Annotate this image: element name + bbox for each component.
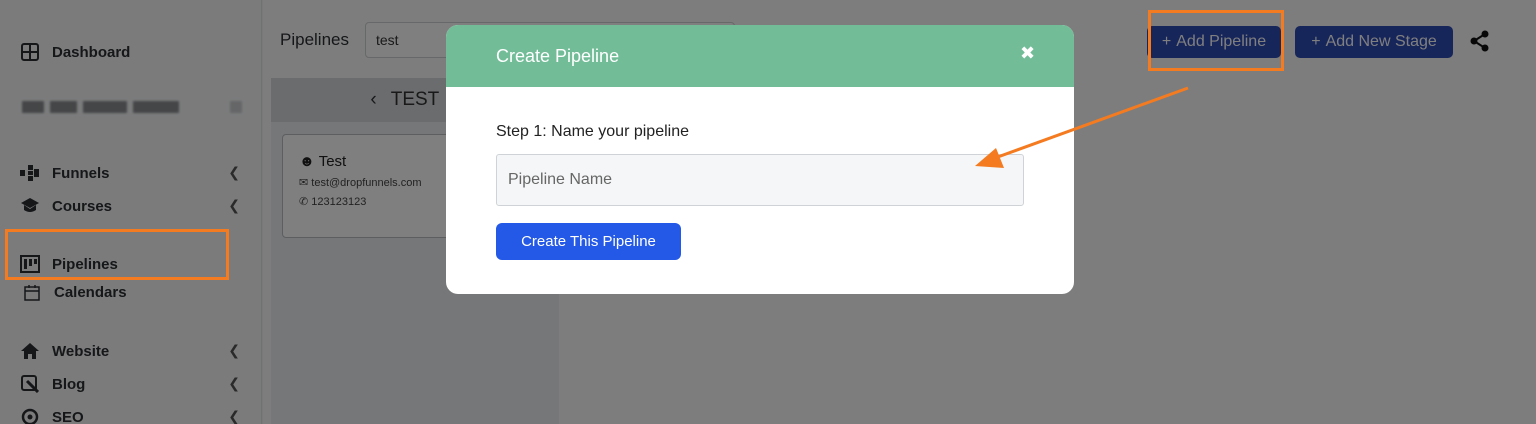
modal-title: Create Pipeline bbox=[496, 45, 620, 66]
pipeline-name-input[interactable] bbox=[496, 154, 1024, 206]
step-label: Step 1: Name your pipeline bbox=[496, 123, 689, 140]
highlight-box-add-pipeline bbox=[1148, 10, 1284, 71]
modal-header: Create Pipeline ✖ bbox=[446, 25, 1074, 87]
highlight-box-pipelines bbox=[5, 229, 229, 280]
create-pipeline-modal: Create Pipeline ✖ Step 1: Name your pipe… bbox=[446, 25, 1074, 294]
close-icon[interactable]: ✖ bbox=[1020, 44, 1036, 62]
create-pipeline-button[interactable]: Create This Pipeline bbox=[496, 223, 681, 260]
